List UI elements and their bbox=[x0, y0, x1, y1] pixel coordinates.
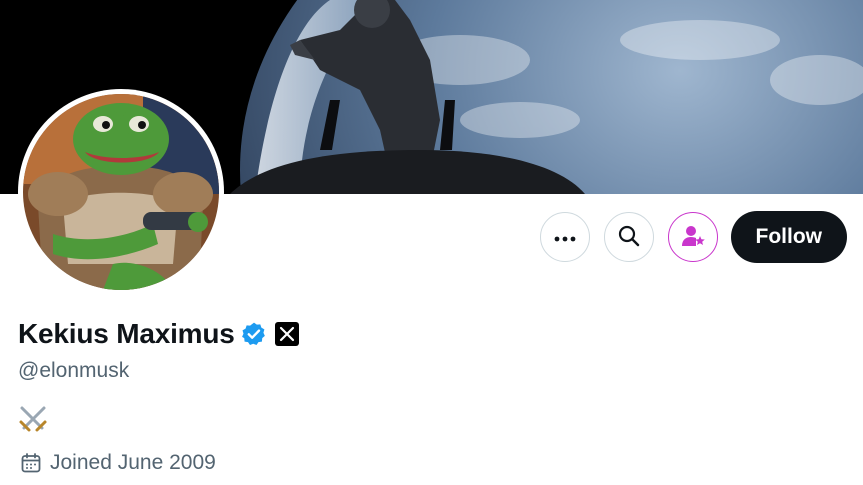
joined-date: Joined June 2009 bbox=[20, 451, 216, 475]
x-logo-icon[interactable] bbox=[274, 322, 299, 346]
joined-text: Joined June 2009 bbox=[50, 451, 216, 474]
profile-handle: @elonmusk bbox=[18, 359, 130, 382]
calendar-icon bbox=[20, 452, 42, 474]
subscribe-button[interactable] bbox=[667, 212, 718, 262]
more-icon bbox=[554, 230, 576, 245]
more-button[interactable] bbox=[539, 212, 590, 262]
search-button[interactable] bbox=[603, 212, 654, 262]
search-icon bbox=[617, 224, 641, 251]
display-name: Kekius Maximus bbox=[18, 318, 235, 349]
verified-badge-icon[interactable] bbox=[241, 321, 267, 347]
profile-actions: Follow bbox=[526, 211, 847, 263]
bio-crossed-swords-icon: ⚔️ bbox=[18, 404, 48, 434]
person-star-icon bbox=[680, 223, 706, 252]
follow-button[interactable]: Follow bbox=[730, 211, 847, 263]
profile-name-row: Kekius Maximus bbox=[18, 318, 299, 350]
profile-avatar[interactable] bbox=[18, 89, 224, 295]
avatar-image bbox=[23, 94, 219, 290]
